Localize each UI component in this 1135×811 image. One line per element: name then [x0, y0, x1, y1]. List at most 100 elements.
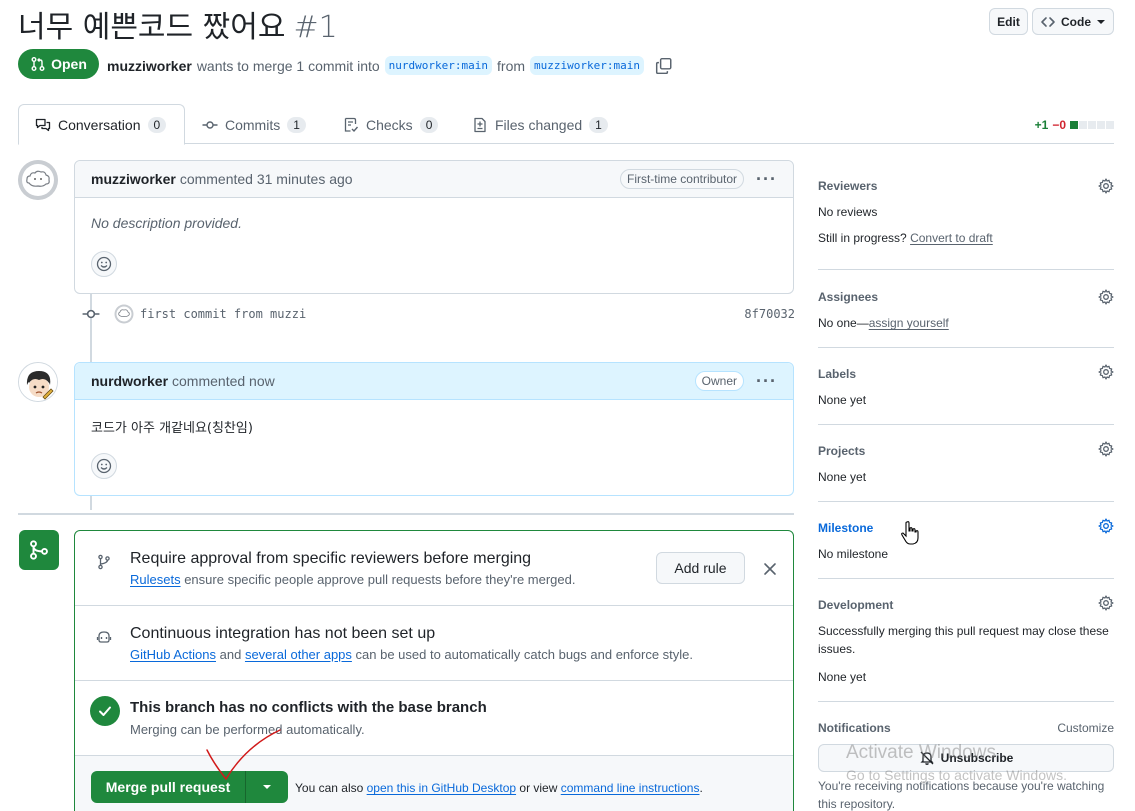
sidebar-labels-value: None yet	[818, 393, 867, 407]
conflicts-section: This branch has no conflicts with the ba…	[75, 681, 793, 756]
comment-discussion-icon	[35, 118, 51, 131]
ci-section: Continuous integration has not been set …	[75, 606, 793, 681]
copy-icon[interactable]	[655, 57, 673, 75]
gear-icon[interactable]	[1098, 364, 1114, 380]
avatar[interactable]	[18, 160, 58, 200]
add-rule-button[interactable]: Add rule	[656, 552, 745, 584]
sidebar-labels: Labels None yet	[818, 348, 1114, 425]
open-desktop-link[interactable]: open this in GitHub Desktop	[367, 781, 516, 795]
sidebar-milestone-value: No milestone	[818, 547, 889, 561]
comment-body: 코드가 아주 개같네요(칭찬임)	[75, 400, 793, 436]
commit-icon	[202, 120, 218, 129]
commit-author-avatar[interactable]	[114, 304, 134, 324]
command-line-link[interactable]: command line instructions	[561, 781, 700, 795]
period-text: .	[699, 781, 703, 795]
head-branch[interactable]: muzziworker:main	[530, 56, 644, 75]
sidebar-reviewers: Reviewers No reviews Still in progress? …	[818, 170, 1114, 270]
gear-icon[interactable]	[1098, 441, 1114, 457]
from-text: from	[497, 57, 526, 74]
sidebar-development-title[interactable]: Development	[818, 598, 893, 612]
sidebar-milestone-title[interactable]: Milestone	[818, 521, 873, 535]
tab-checks-count: 0	[419, 116, 439, 133]
github-actions-link[interactable]: GitHub Actions	[130, 647, 216, 662]
other-apps-link[interactable]: several other apps	[245, 647, 352, 662]
sidebar-notifications-title: Notifications	[818, 721, 891, 735]
sidebar-reviewers-title[interactable]: Reviewers	[818, 179, 877, 193]
tab-files-changed-label: Files changed	[495, 116, 583, 133]
sidebar-development: Development Successfully merging this pu…	[818, 579, 1114, 702]
tab-commits-count: 1	[287, 116, 306, 133]
comment-header: nurdworker commented now Owner ···	[75, 363, 793, 400]
pr-author-link[interactable]: muzziworker	[107, 58, 192, 74]
diffstat-blocks	[1070, 121, 1114, 129]
activation-watermark-subtitle: Go to Settings to activate Windows.	[846, 767, 1067, 783]
tab-files-changed[interactable]: Files changed 1	[456, 104, 624, 145]
pr-title-text: 너무 예쁜코드 짰어요	[18, 10, 286, 45]
no-one-text: No one—	[818, 316, 869, 330]
comment-author[interactable]: nurdworker	[91, 373, 168, 389]
code-button-label: Code	[1061, 14, 1091, 29]
kebab-menu-icon[interactable]: ···	[756, 372, 777, 390]
tab-checks[interactable]: Checks 0	[327, 104, 454, 145]
gear-icon[interactable]	[1098, 595, 1114, 611]
commit-message-link[interactable]: first commit from muzzi	[140, 307, 306, 321]
comment-header: muzziworker commented 31 minutes ago Fir…	[75, 161, 793, 198]
tab-commits[interactable]: Commits 1	[186, 104, 322, 145]
tab-files-changed-count: 1	[589, 116, 608, 133]
check-circle-icon	[90, 696, 120, 726]
pull-request-icon	[31, 57, 45, 71]
assign-yourself-link[interactable]: assign yourself	[869, 316, 949, 330]
sidebar-labels-title[interactable]: Labels	[818, 367, 856, 381]
page-title: 너무 예쁜코드 짰어요 #1	[18, 2, 338, 46]
sidebar-projects-title[interactable]: Projects	[818, 444, 865, 458]
cartoon-avatar-icon	[19, 363, 57, 401]
branch-icon	[91, 549, 117, 575]
ruleset-text: ensure specific people approve pull requ…	[184, 572, 576, 587]
comment-timestamp[interactable]: commented now	[172, 373, 275, 389]
merge-text: wants to merge 1 commit into	[196, 57, 380, 74]
sidebar-development-value: None yet	[818, 670, 867, 684]
diffstat-block	[1070, 121, 1078, 129]
close-icon[interactable]	[763, 562, 777, 576]
edit-button[interactable]: Edit	[989, 8, 1028, 35]
sidebar-reviewers-value: No reviews	[818, 205, 878, 219]
cloud-avatar-icon	[18, 160, 58, 200]
pr-meta: muzziworker wants to merge 1 commit into…	[107, 56, 673, 75]
comment-card: nurdworker commented now Owner ··· 코드가 아…	[74, 362, 794, 496]
diffstat: +1 −0	[1035, 118, 1114, 132]
activation-watermark-title: Activate Windows	[846, 742, 996, 763]
add-reaction-button[interactable]	[91, 251, 117, 277]
comment-timestamp[interactable]: commented 31 minutes ago	[180, 171, 353, 187]
diffstat-block	[1097, 121, 1105, 129]
merge-alternatives: You can also open this in GitHub Desktop…	[295, 781, 703, 795]
convert-to-draft-link[interactable]: Convert to draft	[910, 231, 993, 245]
sidebar-projects: Projects None yet	[818, 425, 1114, 502]
comment-author[interactable]: muzziworker	[91, 171, 176, 187]
annotation-check-mark	[206, 729, 281, 781]
gear-icon[interactable]	[1098, 178, 1114, 194]
commit-sha-link[interactable]: 8f70032	[744, 307, 795, 321]
gear-icon[interactable]	[1098, 518, 1114, 534]
ruleset-subtitle: Rulesets ensure specific people approve …	[130, 572, 575, 587]
git-merge-icon	[30, 540, 48, 560]
avatar[interactable]	[18, 362, 58, 402]
customize-link[interactable]: Customize	[1057, 721, 1114, 735]
chevron-down-icon	[1097, 19, 1105, 24]
code-button[interactable]: Code	[1032, 8, 1114, 35]
robot-icon	[91, 624, 117, 650]
status-label: Open	[51, 56, 87, 72]
base-branch[interactable]: nurdworker:main	[384, 56, 493, 75]
sidebar-assignees-title[interactable]: Assignees	[818, 290, 878, 304]
ruleset-title: Require approval from specific reviewers…	[130, 550, 532, 567]
add-reaction-button[interactable]	[91, 453, 117, 479]
tab-conversation-label: Conversation	[58, 116, 141, 133]
kebab-menu-icon[interactable]: ···	[756, 170, 777, 188]
tab-conversation[interactable]: Conversation 0	[18, 104, 185, 145]
author-role-badge: Owner	[694, 371, 745, 391]
diffstat-block	[1079, 121, 1087, 129]
rulesets-link[interactable]: Rulesets	[130, 572, 181, 587]
pr-tabs: Conversation 0 Commits 1 Checks 0 Files …	[18, 104, 1114, 145]
git-commit-icon	[82, 309, 100, 319]
gear-icon[interactable]	[1098, 289, 1114, 305]
sidebar-assignees-value: No one—assign yourself	[818, 316, 949, 330]
